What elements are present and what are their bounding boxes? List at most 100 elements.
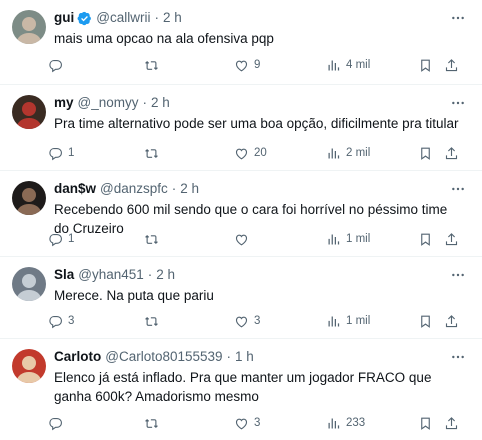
avatar[interactable] xyxy=(12,10,46,44)
share-button[interactable] xyxy=(444,311,459,331)
bookmark-icon xyxy=(421,417,430,430)
display-name[interactable]: dan$w xyxy=(54,179,96,199)
display-name[interactable]: my xyxy=(54,93,74,113)
reply-tweet[interactable]: my @_nomyy · 2 h Pra time alternativo po… xyxy=(0,85,482,171)
share-button[interactable] xyxy=(444,229,459,249)
more-icon[interactable] xyxy=(448,265,468,285)
share-button[interactable] xyxy=(444,55,459,75)
like-count: 9 xyxy=(254,59,261,71)
retweet-button[interactable] xyxy=(144,229,164,249)
reply-tweet[interactable]: Carloto @Carloto80155539 · 1 h Elenco já… xyxy=(0,339,482,440)
share-icon xyxy=(445,146,458,159)
reply-button[interactable]: 1 xyxy=(48,143,74,163)
more-icon[interactable] xyxy=(448,93,468,113)
views-button[interactable]: 4 mil xyxy=(326,55,370,75)
tweet-text: Merece. Na puta que pariu xyxy=(54,288,214,303)
display-name[interactable]: Sla xyxy=(54,265,74,285)
tweet-header: Carloto @Carloto80155539 · 1 h xyxy=(54,347,442,367)
bookmark-icon xyxy=(421,59,430,72)
like-button[interactable]: 3 xyxy=(234,311,260,331)
display-name[interactable]: gui xyxy=(54,8,74,28)
bookmark-button[interactable] xyxy=(418,229,433,249)
bookmark-icon xyxy=(421,315,430,328)
avatar[interactable] xyxy=(12,95,46,129)
avatar-image xyxy=(12,181,46,215)
reply-tweet[interactable]: Sla @yhan451 · 2 h Merece. Na puta que p… xyxy=(0,257,482,339)
separator-dot: · xyxy=(171,181,177,196)
share-button[interactable] xyxy=(444,413,459,433)
share-icon xyxy=(445,58,458,71)
retweet-icon xyxy=(145,60,158,70)
user-handle[interactable]: @Carloto80155539 xyxy=(105,347,222,367)
user-handle[interactable]: @yhan451 xyxy=(78,265,144,285)
views-icon xyxy=(328,316,340,326)
timestamp[interactable]: 2 h xyxy=(151,93,170,113)
like-button[interactable]: 20 xyxy=(234,143,267,163)
user-handle[interactable]: @callwrii xyxy=(96,8,150,28)
tweet-text: Pra time alternativo pode ser uma boa op… xyxy=(54,116,459,131)
action-bar: 9 4 mil xyxy=(48,55,470,75)
retweet-button[interactable] xyxy=(144,311,164,331)
like-icon xyxy=(235,316,248,327)
reply-button[interactable] xyxy=(48,413,68,433)
share-icon xyxy=(445,416,458,429)
replies-feed: gui @callwrii · 2 h mais uma opcao na al… xyxy=(0,0,482,440)
more-icon[interactable] xyxy=(448,179,468,199)
separator-dot: · xyxy=(226,349,232,364)
tweet-header: Sla @yhan451 · 2 h xyxy=(54,265,442,285)
timestamp[interactable]: 1 h xyxy=(235,347,254,367)
reply-button[interactable] xyxy=(48,55,68,75)
more-icon[interactable] xyxy=(448,8,468,28)
more-icon[interactable] xyxy=(448,347,468,367)
separator-dot: · xyxy=(147,267,153,282)
action-bar: 1 20 2 mil xyxy=(48,143,470,163)
display-name[interactable]: Carloto xyxy=(54,347,101,367)
user-handle[interactable]: @_nomyy xyxy=(78,93,139,113)
like-icon xyxy=(235,234,248,245)
tweet-header: my @_nomyy · 2 h xyxy=(54,93,442,113)
views-button[interactable]: 1 mil xyxy=(326,229,370,249)
avatar-image xyxy=(12,95,46,129)
reply-count: 3 xyxy=(68,315,75,327)
avatar[interactable] xyxy=(12,349,46,383)
views-count: 1 mil xyxy=(346,233,371,245)
timestamp[interactable]: 2 h xyxy=(156,265,175,285)
reply-tweet[interactable]: gui @callwrii · 2 h mais uma opcao na al… xyxy=(0,0,482,85)
views-count: 4 mil xyxy=(346,59,371,71)
avatar[interactable] xyxy=(12,181,46,215)
like-count: 20 xyxy=(254,147,267,159)
like-icon xyxy=(235,60,248,71)
user-handle[interactable]: @danzspfc xyxy=(100,179,168,199)
action-bar: 3 233 xyxy=(48,413,470,433)
views-count: 2 mil xyxy=(346,147,371,159)
action-bar: 3 3 1 mil xyxy=(48,311,470,331)
reply-tweet[interactable]: dan$w @danzspfc · 2 h Recebendo 600 mil … xyxy=(0,171,482,257)
bookmark-button[interactable] xyxy=(418,413,433,433)
share-icon xyxy=(445,232,458,245)
views-button[interactable]: 233 xyxy=(326,413,365,433)
reply-button[interactable]: 1 xyxy=(48,229,74,249)
views-icon xyxy=(328,148,340,158)
retweet-icon xyxy=(145,148,158,158)
avatar[interactable] xyxy=(12,267,46,301)
reply-button[interactable]: 3 xyxy=(48,311,74,331)
share-button[interactable] xyxy=(444,143,459,163)
views-button[interactable]: 2 mil xyxy=(326,143,370,163)
share-icon xyxy=(445,314,458,327)
views-count: 1 mil xyxy=(346,315,371,327)
like-icon xyxy=(235,148,248,159)
retweet-button[interactable] xyxy=(144,55,164,75)
retweet-button[interactable] xyxy=(144,143,164,163)
timestamp[interactable]: 2 h xyxy=(163,8,182,28)
bookmark-button[interactable] xyxy=(418,143,433,163)
like-button[interactable] xyxy=(234,229,254,249)
views-button[interactable]: 1 mil xyxy=(326,311,370,331)
retweet-button[interactable] xyxy=(144,413,164,433)
bookmark-icon xyxy=(421,233,430,246)
timestamp[interactable]: 2 h xyxy=(180,179,199,199)
bookmark-button[interactable] xyxy=(418,311,433,331)
bookmark-button[interactable] xyxy=(418,55,433,75)
like-count: 3 xyxy=(254,417,261,429)
like-button[interactable]: 3 xyxy=(234,413,260,433)
like-button[interactable]: 9 xyxy=(234,55,260,75)
